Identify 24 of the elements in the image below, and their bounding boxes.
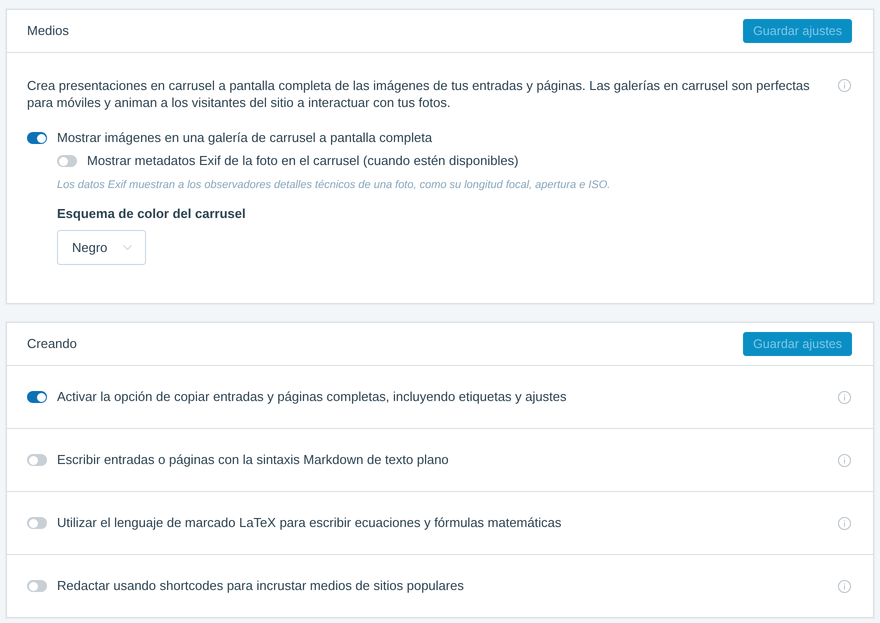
toggle-label: Utilizar el lenguaje de marcado LaTeX para escribir ecuaciones y fórmulas matemáticas bbox=[57, 514, 562, 532]
toggle-switch[interactable] bbox=[27, 517, 47, 529]
info-icon[interactable] bbox=[838, 79, 851, 92]
toggle-label: Mostrar imágenes en una galería de carrusel a pantalla completa bbox=[57, 129, 432, 147]
section-title: Medios bbox=[27, 22, 69, 40]
toggle-switch[interactable] bbox=[27, 454, 47, 466]
toggle-switch[interactable] bbox=[57, 155, 77, 167]
toggle-label: Activar la opción de copiar entradas y páginas completas, incluyendo etiquetas y ajustes bbox=[57, 388, 566, 406]
toggle-switch[interactable] bbox=[27, 580, 47, 592]
chevron-down-icon bbox=[123, 245, 132, 250]
help-text: Los datos Exif muestran a los observadores detalles técnicos de una foto, como su longitud focal, apertura e ISO. bbox=[57, 178, 612, 193]
info-icon[interactable] bbox=[838, 454, 851, 466]
select-label: Esquema de color del carrusel bbox=[57, 205, 247, 223]
toggle-switch[interactable] bbox=[27, 132, 47, 144]
color-scheme-select[interactable]: Negro bbox=[57, 230, 146, 265]
toggle-switch[interactable] bbox=[27, 391, 47, 403]
info-icon[interactable] bbox=[838, 516, 851, 530]
toggle-label: Redactar usando shortcodes para incrustar medios de sitios populares bbox=[57, 577, 464, 595]
info-icon[interactable] bbox=[838, 390, 851, 404]
toggle-label: Mostrar metadatos Exif de la foto en el carrusel (cuando estén disponibles) bbox=[87, 152, 518, 170]
description-text: Crea presentaciones en carrusel a pantalla completa de las imágenes de tus entradas y páginas. Las galerías en carrusel son perfectas para móviles y animan a los visitantes del sitio a interactuar con tus fotos. bbox=[27, 77, 811, 111]
info-icon[interactable] bbox=[838, 580, 851, 592]
toggle-label: Escribir entradas o páginas con la sintaxis Markdown de texto plano bbox=[57, 451, 449, 469]
section-title: Creando bbox=[27, 335, 77, 353]
